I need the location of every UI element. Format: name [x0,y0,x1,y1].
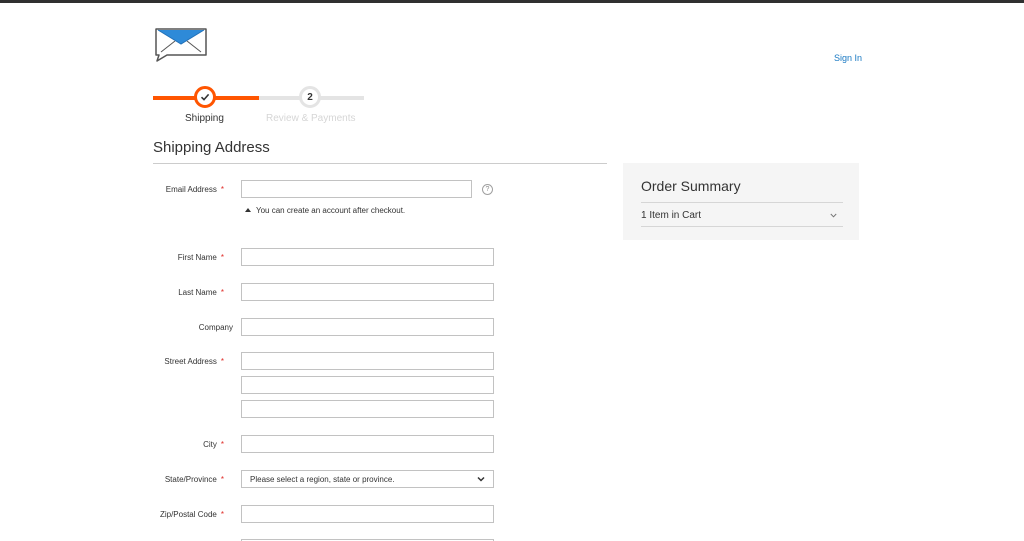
order-summary-title: Order Summary [641,178,741,194]
first-name-label: First Name * [177,253,224,262]
email-label: Email Address * [165,185,224,194]
company-input[interactable] [241,318,494,336]
street-line-2-input[interactable] [241,376,494,394]
last-name-label: Last Name * [178,288,224,297]
checkmark-icon [200,93,210,101]
zip-label: Zip/Postal Code * [159,510,224,519]
state-province-label: State/Province * [164,475,224,484]
sign-in-link[interactable]: Sign In [834,53,862,63]
envelope-logo-icon[interactable] [153,26,209,64]
email-input[interactable] [241,180,472,198]
chevron-down-icon [830,213,837,218]
help-icon[interactable]: ? [482,184,493,195]
street-address-label: Street Address * [164,357,224,366]
title-divider [153,163,607,164]
email-note: You can create an account after checkout… [245,206,405,215]
city-input[interactable] [241,435,494,453]
step-review-label: Review & Payments [266,113,356,124]
last-name-input[interactable] [241,283,494,301]
company-label: Company [198,323,233,332]
summary-divider [641,202,843,203]
city-label: City * [203,440,224,449]
street-line-1-input[interactable] [241,352,494,370]
step-shipping-label[interactable]: Shipping [185,113,224,124]
street-line-3-input[interactable] [241,400,494,418]
chevron-down-icon [477,476,485,482]
step-shipping-indicator[interactable] [194,86,216,108]
step-review-indicator: 2 [299,86,321,108]
state-province-selected: Please select a region, state or provinc… [250,474,395,484]
top-bar [0,0,1024,3]
items-in-cart-label: 1 Item in Cart [641,209,702,221]
state-province-select[interactable]: Please select a region, state or provinc… [241,470,494,488]
page-title: Shipping Address [153,139,270,156]
first-name-input[interactable] [241,248,494,266]
order-summary: Order Summary 1 Item in Cart [623,163,859,240]
triangle-up-icon [245,208,251,212]
items-in-cart-toggle[interactable]: 1 Item in Cart [641,208,843,222]
summary-divider [641,226,843,227]
zip-input[interactable] [241,505,494,523]
